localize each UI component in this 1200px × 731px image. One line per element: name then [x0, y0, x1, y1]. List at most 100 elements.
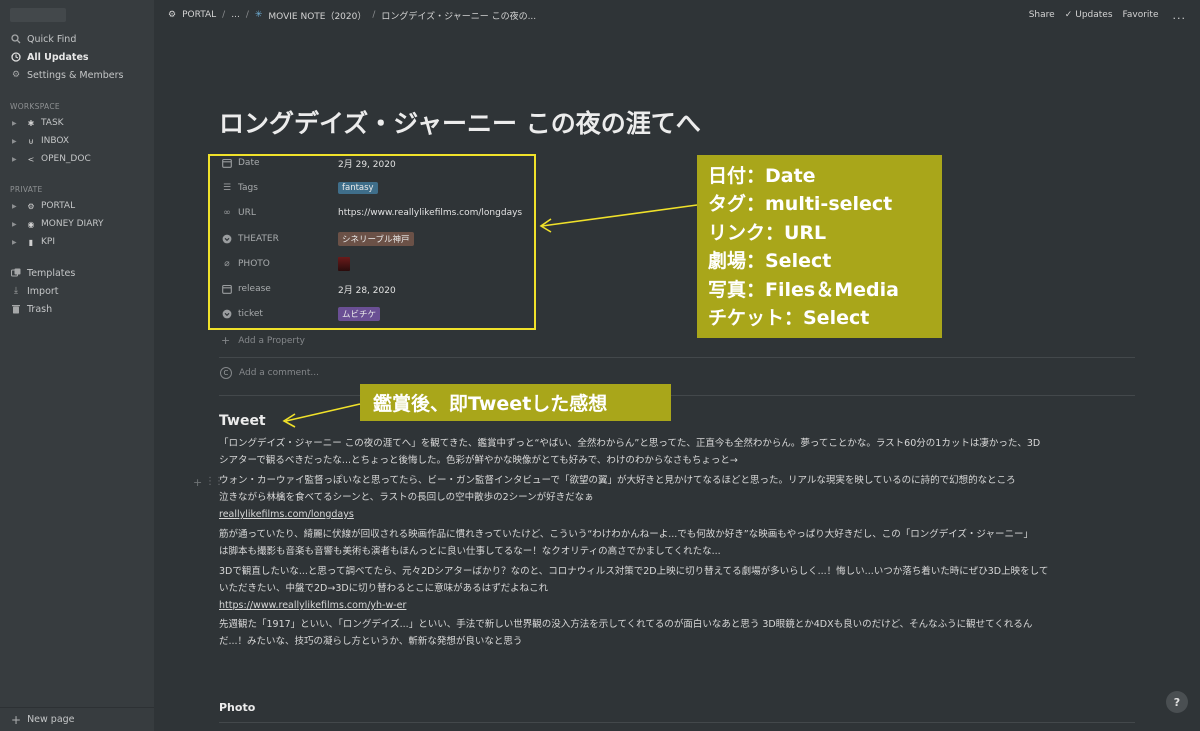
sidebar-page-kpi[interactable]: ▶ ▮ KPI — [0, 233, 154, 251]
annotation-line: 日付：Date — [708, 165, 816, 187]
sidebar-settings[interactable]: ⚙ Settings & Members — [0, 66, 154, 84]
breadcrumb-current[interactable]: ロングデイズ・ジャーニー この夜の... — [381, 9, 536, 22]
annotation-line: 写真：Files＆Media — [708, 278, 899, 301]
chart-icon: ▮ — [28, 237, 34, 247]
paragraph-line: 泣きながら林檎を食べてるシーンと、ラストの長回しの空中散歩の2シーンが好きだなぁ — [219, 492, 594, 503]
gear-icon: ⚙ — [27, 201, 35, 211]
add-property-label: Add a Property — [238, 335, 305, 346]
movie-note-icon: ✳ — [254, 10, 263, 20]
sidebar-page-money-diary[interactable]: ▶ ◉ MONEY DIARY — [0, 215, 154, 233]
paragraph[interactable]: 3Dで観直したいな...と思って調べてたら、元々2Dシアターばかり？なのと、コロ… — [219, 563, 1139, 614]
paragraph-line: だ...！みたいな、技巧の凝らし方というか、斬新な発想が良いなと思う — [219, 636, 523, 647]
properties-highlight-box — [208, 154, 536, 330]
sidebar-quick-find-label: Quick Find — [27, 33, 77, 45]
top-actions: Share ✓ Updates Favorite ... — [1029, 0, 1200, 30]
sidebar-quick-find[interactable]: Quick Find — [0, 30, 154, 48]
sidebar-all-updates[interactable]: All Updates — [0, 48, 154, 66]
sidebar-page-inbox[interactable]: ▶ ⊍ INBOX — [0, 132, 154, 150]
paragraph-line: 3Dで観直したいな...と思って調べてたら、元々2Dシアターばかり？なのと、コロ… — [219, 566, 1049, 577]
paragraph-line: いただきたい、中盤で2D→3Dに切り替わるとこに意味があるはずだよねこれ — [219, 583, 549, 594]
paragraph-line: は脚本も撮影も音楽も音響も美術も演者もほんっとに良い仕事してるなー！なクオリティ… — [219, 546, 721, 557]
more-button[interactable]: ... — [1173, 9, 1187, 22]
sidebar-import[interactable]: ⤓ Import — [0, 282, 154, 300]
annotation-line: 劇場：Select — [708, 250, 832, 273]
help-button[interactable]: ? — [1166, 691, 1188, 713]
private-heading: PRIVATE — [10, 185, 43, 194]
expand-triangle-icon[interactable]: ▶ — [12, 239, 20, 246]
paragraph[interactable]: 筋が通っていたり、綺麗に伏線が回収される映画作品に慣れきっていたけど、こういう“… — [219, 526, 1139, 560]
add-comment[interactable]: C Add a comment... — [220, 367, 319, 379]
paragraph[interactable]: ウォン・カーウァイ監督っぽいなと思ってたら、ビー・ガン監督インタビューで「欲望の… — [219, 472, 1139, 523]
annotation-properties: 日付：Date タグ：multi-select リンク：URL 劇場：Selec… — [697, 155, 942, 338]
workspace-heading: WORKSPACE — [10, 102, 60, 111]
add-comment-label: Add a comment... — [239, 368, 320, 378]
workspace-switcher[interactable] — [10, 8, 66, 22]
paragraph-link[interactable]: https://www.reallylikefilms.com/yh-w-er — [219, 597, 1139, 614]
sidebar-templates[interactable]: Templates — [0, 264, 154, 282]
new-page-label: New page — [27, 714, 75, 725]
divider — [219, 357, 1135, 358]
tweet-heading[interactable]: Tweet — [219, 413, 266, 429]
gear-icon: ⚙ — [168, 10, 177, 20]
page-title[interactable]: ロングデイズ・ジャーニー この夜の涯てへ — [219, 104, 701, 140]
sidebar-trash-label: Trash — [27, 303, 53, 315]
breadcrumb-root[interactable]: PORTAL — [182, 10, 216, 20]
breadcrumb-separator: / — [245, 10, 249, 20]
annotation-line: リンク：URL — [708, 221, 827, 244]
paragraph-line: シアターで観るべきだったな...とちょっと後悔した。色彩が鮮やかな映像がとても好… — [219, 455, 738, 466]
paragraph[interactable]: 「ロングデイズ・ジャーニー この夜の涯てへ」を観てきた、鑑賞中ずっと“やばい、全… — [219, 435, 1139, 469]
breadcrumb-parent[interactable]: MOVIE NOTE（2020） — [268, 9, 366, 22]
updates-button[interactable]: Updates — [1075, 10, 1112, 20]
asterisk-icon: ✱ — [27, 118, 35, 128]
annotation-tweet-label: 鑑賞後、即Tweetした感想 — [373, 393, 608, 415]
paragraph-line: ウォン・カーウァイ監督っぽいなと思ってたら、ビー・ガン監督インタビューで「欲望の… — [219, 475, 1016, 486]
divider — [219, 722, 1135, 723]
coins-icon: ◉ — [27, 219, 35, 229]
expand-triangle-icon[interactable]: ▶ — [12, 138, 20, 145]
arrow-head — [539, 218, 552, 233]
expand-triangle-icon[interactable]: ▶ — [12, 120, 20, 127]
paragraph[interactable]: 先週観た「1917」といい、「ロングデイズ...」といい、手法で新しい世界観の没… — [219, 616, 1139, 650]
trash-icon — [10, 303, 22, 315]
sidebar-page-portal[interactable]: ▶ ⚙ PORTAL — [0, 197, 154, 215]
templates-icon — [10, 267, 22, 279]
arrow-to-properties — [541, 204, 698, 227]
photo-heading[interactable]: Photo — [219, 701, 255, 714]
paragraph-line: 先週観た「1917」といい、「ロングデイズ...」といい、手法で新しい世界観の没… — [219, 619, 1033, 630]
sidebar-page-label: INBOX — [41, 136, 70, 146]
annotation-tweet: 鑑賞後、即Tweetした感想 — [360, 384, 671, 421]
sidebar-templates-label: Templates — [27, 267, 76, 279]
divider — [219, 395, 1135, 396]
expand-triangle-icon[interactable]: ▶ — [12, 221, 20, 228]
avatar-icon: C — [220, 367, 232, 379]
breadcrumb-ellipsis[interactable]: ... — [231, 10, 240, 20]
add-block-icon[interactable]: + — [193, 476, 202, 489]
share-button[interactable]: Share — [1029, 10, 1055, 20]
arrow-head — [282, 413, 296, 428]
topbar: ⚙ PORTAL / ... / ✳ MOVIE NOTE（2020） / ロン… — [154, 0, 1200, 30]
expand-triangle-icon[interactable]: ▶ — [12, 156, 20, 163]
breadcrumb-separator: / — [222, 10, 226, 20]
sidebar-page-task[interactable]: ▶ ✱ TASK — [0, 114, 154, 132]
sidebar-page-label: OPEN_DOC — [41, 154, 91, 164]
sidebar-page-label: TASK — [41, 118, 64, 128]
check-icon: ✓ — [1064, 10, 1073, 20]
new-page-button[interactable]: + New page — [0, 707, 154, 731]
breadcrumb: ⚙ PORTAL / ... / ✳ MOVIE NOTE（2020） / ロン… — [168, 9, 542, 22]
annotation-line: タグ：multi-select — [708, 193, 893, 216]
paragraph-line: 「ロングデイズ・ジャーニー この夜の涯てへ」を観てきた、鑑賞中ずっと“やばい、全… — [219, 438, 1041, 449]
clock-icon — [10, 51, 22, 63]
sidebar-page-label: KPI — [41, 237, 55, 247]
sidebar-trash[interactable]: Trash — [0, 300, 154, 318]
expand-triangle-icon[interactable]: ▶ — [12, 203, 20, 210]
paragraph-link[interactable]: reallylikefilms.com/longdays — [219, 506, 1139, 523]
plus-icon: + — [221, 334, 231, 347]
breadcrumb-separator: / — [372, 10, 376, 20]
plus-icon: + — [11, 712, 22, 727]
annotation-line: チケット：Select — [708, 307, 870, 330]
sidebar-page-open-doc[interactable]: ▶ < OPEN_DOC — [0, 150, 154, 168]
add-property-button[interactable]: + Add a Property — [221, 334, 305, 347]
favorite-button[interactable]: Favorite — [1123, 10, 1159, 20]
share-icon: < — [27, 154, 35, 164]
sidebar: Quick Find All Updates ⚙ Settings & Memb… — [0, 0, 154, 731]
